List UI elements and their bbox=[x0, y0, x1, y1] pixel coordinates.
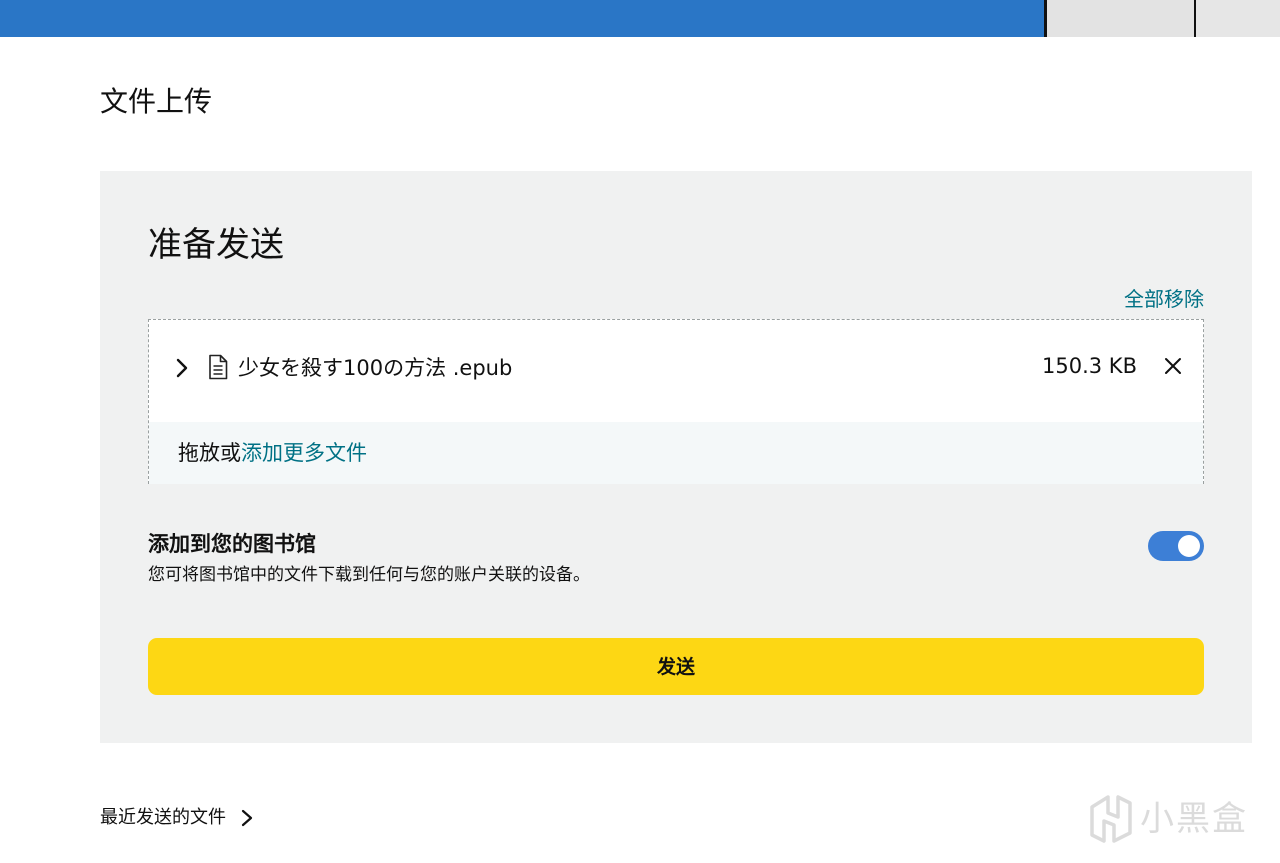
library-description: 您可将图书馆中的文件下载到任何与您的账户关联的设备。 bbox=[148, 565, 590, 585]
drag-drop-label: 拖放或 bbox=[178, 441, 241, 465]
top-bar-tab[interactable] bbox=[1044, 0, 1196, 37]
file-row: 少女を殺す100の方法 .epub 150.3 KB bbox=[149, 320, 1203, 422]
add-more-files-link[interactable]: 添加更多文件 bbox=[241, 441, 367, 465]
library-title: 添加到您的图书馆 bbox=[148, 532, 316, 556]
file-size: 150.3 KB bbox=[1042, 354, 1137, 378]
top-bar-tab[interactable] bbox=[1196, 0, 1280, 37]
file-dropzone[interactable]: 少女を殺す100の方法 .epub 150.3 KB 拖放或添加更多文件 bbox=[148, 319, 1204, 484]
recent-files-link[interactable]: 最近发送的文件 bbox=[100, 803, 254, 833]
chevron-right-icon bbox=[241, 809, 253, 827]
close-icon[interactable] bbox=[1163, 356, 1183, 376]
watermark-text: 小黑盒 bbox=[1140, 799, 1248, 839]
page-title: 文件上传 bbox=[100, 85, 213, 118]
document-icon bbox=[209, 354, 228, 380]
chevron-right-icon[interactable] bbox=[173, 356, 191, 380]
send-button[interactable]: 发送 bbox=[148, 638, 1204, 695]
section-title: 准备发送 bbox=[148, 225, 284, 265]
toggle-knob bbox=[1178, 535, 1200, 557]
add-to-library-toggle[interactable] bbox=[1148, 531, 1204, 561]
recent-files-label: 最近发送的文件 bbox=[100, 807, 226, 828]
add-files-row: 拖放或添加更多文件 bbox=[149, 422, 1203, 484]
watermark-logo-icon bbox=[1090, 795, 1132, 843]
add-files-text: 拖放或添加更多文件 bbox=[178, 438, 367, 468]
file-name: 少女を殺す100の方法 .epub bbox=[238, 356, 513, 380]
top-bar bbox=[0, 0, 1280, 37]
watermark: 小黑盒 bbox=[1086, 795, 1251, 843]
remove-all-link[interactable]: 全部移除 bbox=[1124, 285, 1204, 313]
upload-panel: 准备发送 全部移除 少女を殺す100の方法 .epub 150.3 KB 拖放或… bbox=[100, 171, 1252, 743]
